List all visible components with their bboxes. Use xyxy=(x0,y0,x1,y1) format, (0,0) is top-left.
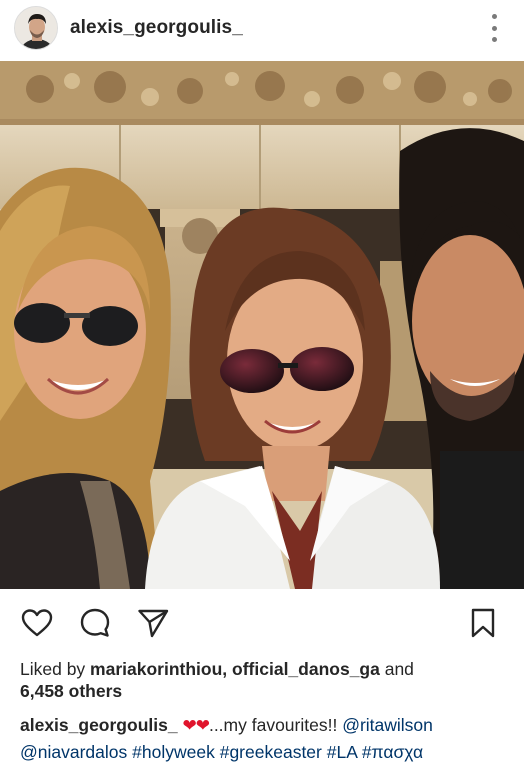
heart-outline-icon[interactable] xyxy=(20,606,54,640)
likes-and: and xyxy=(379,659,414,679)
post-caption: alexis_georgoulis_ ❤❤...my favourites!! … xyxy=(20,712,520,766)
likes-prefix: Liked by xyxy=(20,659,91,679)
likes-summary: Liked by mariakorinthiou, official_danos… xyxy=(20,658,510,702)
mention-ritawilson[interactable]: @ritawilson xyxy=(342,715,433,735)
mention-niavardalos[interactable]: @niavardalos xyxy=(20,742,127,762)
bookmark-icon[interactable] xyxy=(466,606,500,640)
hashtag-greekeaster[interactable]: #greekeaster xyxy=(220,742,322,762)
avatar[interactable] xyxy=(14,6,58,50)
more-options-icon[interactable] xyxy=(490,14,498,42)
red-hearts-emoji: ❤❤ xyxy=(182,716,209,735)
post-header: alexis_georgoulis_ xyxy=(0,0,524,58)
hashtag-pascha[interactable]: #πασχα xyxy=(362,742,423,762)
post-author-username[interactable]: alexis_georgoulis_ xyxy=(70,17,243,39)
post-photo[interactable] xyxy=(0,61,524,589)
liker-username-2[interactable]: official_danos_ga xyxy=(232,659,380,679)
caption-username[interactable]: alexis_georgoulis_ xyxy=(20,715,178,735)
paper-plane-icon[interactable] xyxy=(136,606,170,640)
hashtag-la[interactable]: #LA xyxy=(327,742,357,762)
caption-text: ...my favourites!! xyxy=(208,715,343,735)
comment-bubble-icon[interactable] xyxy=(78,606,112,640)
hashtag-holyweek[interactable]: #holyweek xyxy=(132,742,215,762)
liker-username-1[interactable]: mariakorinthiou xyxy=(90,659,222,679)
likes-separator: , xyxy=(222,659,233,679)
likes-others-count[interactable]: 6,458 others xyxy=(20,681,122,701)
action-bar xyxy=(0,600,524,648)
